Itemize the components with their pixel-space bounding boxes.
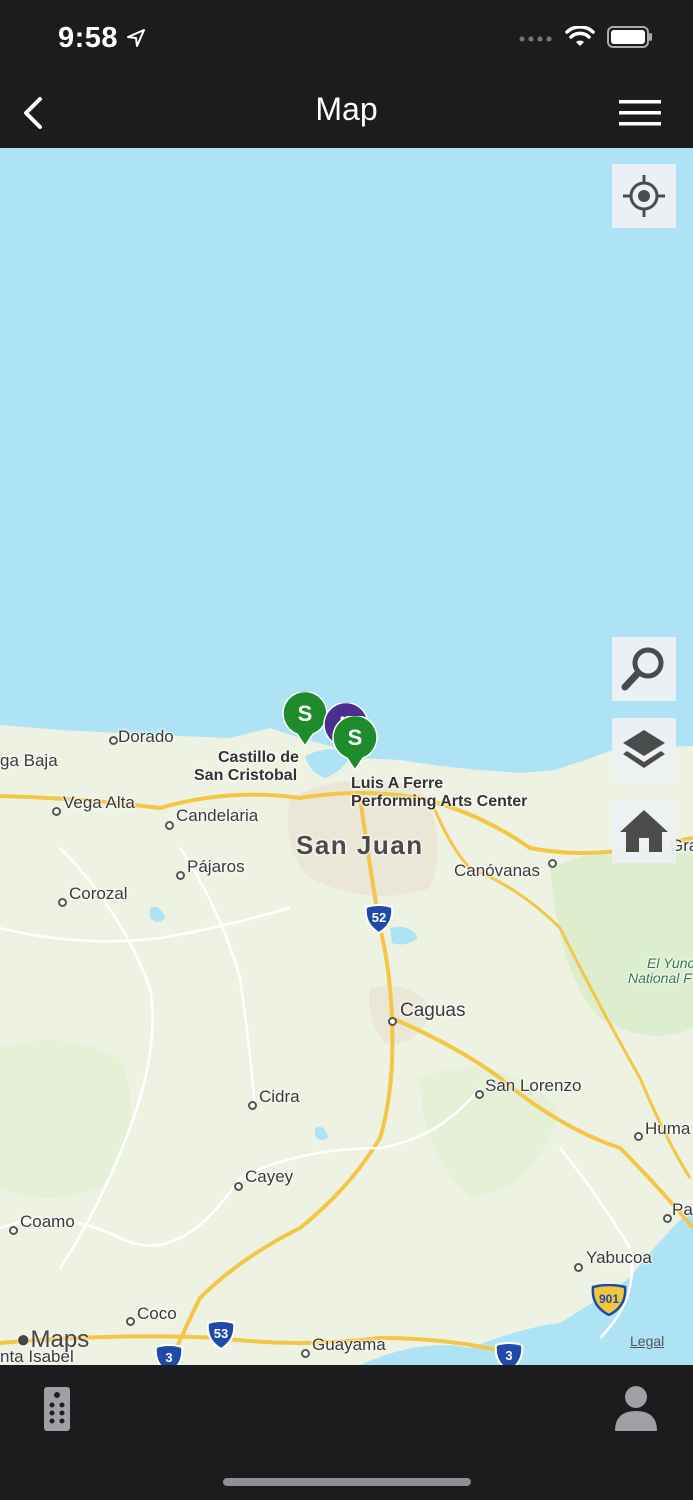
map-dot-yabucoa (574, 1263, 583, 1272)
locate-button[interactable] (612, 164, 676, 228)
status-time: 9:58 (58, 22, 119, 54)
page-title: Map (315, 91, 378, 127)
map-dot-dorado (109, 736, 118, 745)
highway-901-label: 901 (598, 1292, 620, 1306)
layers-button[interactable] (612, 718, 676, 782)
label-caguas: Caguas (400, 1000, 466, 1021)
apple-logo-icon: ● (16, 1326, 31, 1353)
label-castillo-de: Castillo de (218, 749, 299, 766)
highway-3-left-label: 3 (165, 1350, 173, 1365)
label-san-cristobal: San Cristobal (194, 767, 298, 784)
crosshair-locate-icon (623, 175, 665, 217)
label-san-lorenzo: San Lorenzo (485, 1076, 582, 1095)
label-canovanas: Canóvanas (454, 861, 541, 880)
highway-shield-52: 52 (364, 904, 394, 935)
pin-label: S (297, 701, 313, 726)
map-dot-corozal (58, 898, 67, 907)
map-dot-huma (634, 1132, 643, 1141)
label-guayama: Guayama (312, 1335, 386, 1354)
map-dot-san-lorenzo (475, 1090, 484, 1099)
label-coamo: Coamo (20, 1212, 75, 1231)
label-san-juan: San Juan (296, 830, 424, 860)
map-dot-cayey (234, 1182, 243, 1191)
map-pin-s-1[interactable]: S (282, 690, 328, 748)
map-view[interactable]: Dorado ga Baja Vega Alta Castillo de San… (0, 148, 693, 1365)
nav-bar: Map (0, 78, 693, 148)
map-dot-candelaria (165, 821, 174, 830)
highway-3-right-label: 3 (505, 1348, 513, 1363)
label-dorado: Dorado (118, 727, 174, 746)
highway-shield-3-left: 3 (154, 1344, 184, 1365)
home-button[interactable] (612, 799, 676, 863)
label-pajaros: Pájaros (187, 857, 245, 876)
label-vega-alta: Vega Alta (63, 793, 135, 812)
pin-label: S (347, 725, 363, 750)
map-pin-s-2[interactable]: S (332, 714, 378, 772)
battery-icon (607, 26, 652, 48)
map-dot-pajaros (176, 871, 185, 880)
map-dot-cidra (248, 1101, 257, 1110)
highway-shield-53: 53 (206, 1320, 236, 1351)
location-arrow-icon (127, 29, 145, 47)
wifi-icon (565, 26, 595, 46)
layers-icon (623, 730, 665, 768)
label-performing-arts-center: Performing Arts Center (351, 793, 528, 810)
map-dot-caguas (388, 1017, 397, 1026)
map-search-button[interactable] (612, 637, 676, 701)
label-cidra: Cidra (259, 1087, 300, 1106)
highway-shield-3-right: 3 (494, 1342, 524, 1365)
label-huma: Huma (645, 1119, 691, 1138)
label-el-yunque: El Yunc (647, 955, 693, 971)
label-vega-baja: ga Baja (0, 751, 58, 770)
label-yabucoa: Yabucoa (586, 1248, 652, 1267)
legal-link[interactable]: Legal (630, 1333, 664, 1349)
highway-52-label: 52 (371, 910, 387, 925)
map-dot-coco (126, 1317, 135, 1326)
label-pa: Pa (672, 1200, 693, 1219)
label-luis-a-ferre: Luis A Ferre (351, 775, 444, 792)
home-icon (620, 810, 668, 852)
label-candelaria: Candelaria (176, 806, 259, 825)
label-cayey: Cayey (245, 1167, 294, 1186)
map-dot-vega-alta (52, 807, 61, 816)
map-dot-coamo (9, 1226, 18, 1235)
label-corozal: Corozal (69, 884, 128, 903)
remote-control-icon[interactable] (42, 1385, 72, 1433)
map-dot-guayama (301, 1349, 310, 1358)
maps-attribution-text: Maps (30, 1326, 90, 1353)
home-indicator (223, 1478, 471, 1486)
user-profile-icon[interactable] (612, 1383, 660, 1433)
map-dot-canovanas (548, 859, 557, 868)
cellular-signal-icon (519, 36, 552, 42)
maps-attribution: ●Maps (16, 1326, 89, 1354)
highway-shield-901: 901 (591, 1283, 627, 1317)
search-icon (621, 647, 664, 691)
highway-53-label: 53 (213, 1326, 229, 1341)
hamburger-menu-icon[interactable] (619, 98, 661, 128)
label-national-forest: National F (628, 970, 692, 986)
status-bar: 9:58 (0, 0, 693, 78)
label-coco: Coco (137, 1304, 177, 1323)
map-dot-pa (663, 1214, 672, 1223)
